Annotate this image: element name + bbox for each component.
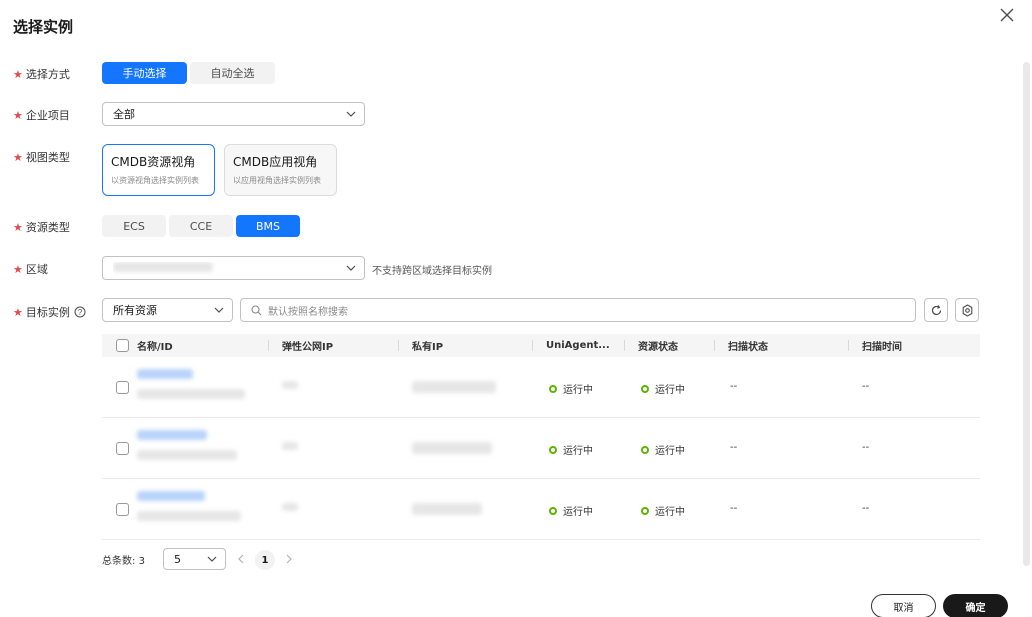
- target-instance-label: ★ 目标实例 ?: [13, 304, 86, 320]
- page-number[interactable]: 1: [255, 550, 275, 570]
- cancel-button[interactable]: 取消: [871, 594, 936, 617]
- instance-id: [137, 389, 245, 399]
- column-header[interactable]: 资源状态: [638, 334, 678, 357]
- view-card-application[interactable]: CMDB应用视角 以应用视角选择实例列表: [224, 144, 337, 196]
- row-checkbox[interactable]: [116, 503, 129, 516]
- chevron-left-icon[interactable]: [236, 554, 246, 564]
- instance-id: [137, 511, 241, 521]
- column-header[interactable]: 名称/ID: [137, 334, 173, 357]
- resource-status: 运行中: [641, 381, 685, 396]
- status-ok-icon: [549, 384, 557, 393]
- resource-status: 运行中: [641, 503, 685, 518]
- dialog-title: 选择实例: [13, 18, 74, 36]
- gear-icon: [962, 303, 972, 317]
- search-input[interactable]: 默认按照名称搜索: [240, 298, 916, 322]
- svg-text:?: ?: [78, 308, 83, 317]
- status-ok-icon: [641, 506, 649, 515]
- search-placeholder: 默认按照名称搜索: [268, 306, 348, 318]
- column-header[interactable]: 扫描状态: [728, 334, 768, 357]
- resource-type-cce[interactable]: CCE: [169, 215, 233, 237]
- settings-button[interactable]: [955, 298, 979, 322]
- select-all-checkbox[interactable]: [116, 339, 129, 352]
- uniagent-status: 运行中: [549, 503, 593, 518]
- status-ok-icon: [641, 384, 649, 393]
- column-header[interactable]: UniAgent...: [546, 334, 610, 357]
- uniagent-status: 运行中: [549, 442, 593, 457]
- table-row[interactable]: 运行中 运行中 -- --: [102, 357, 980, 418]
- view-card-title: CMDB资源视角: [111, 155, 196, 169]
- search-icon: [251, 304, 262, 315]
- chevron-down-icon: [207, 556, 217, 562]
- page-size-value: 5: [174, 552, 181, 566]
- resource-filter-select[interactable]: 所有资源: [102, 298, 233, 322]
- private-ip-value: [412, 442, 492, 454]
- instance-name-link[interactable]: [137, 491, 205, 501]
- column-header[interactable]: 私有IP: [412, 334, 443, 357]
- scan-status: --: [730, 381, 738, 392]
- select-mode-label: ★ 选择方式: [13, 68, 70, 81]
- scan-status: --: [730, 503, 738, 514]
- instance-id: [137, 450, 237, 460]
- column-header[interactable]: 扫描时间: [862, 334, 902, 357]
- confirm-button[interactable]: 确定: [943, 594, 1008, 617]
- view-card-title: CMDB应用视角: [233, 155, 318, 169]
- page-size-select[interactable]: 5: [163, 548, 226, 570]
- row-checkbox[interactable]: [116, 442, 129, 455]
- resource-type-ecs[interactable]: ECS: [102, 215, 166, 237]
- status-ok-icon: [549, 506, 557, 515]
- chevron-right-icon[interactable]: [284, 554, 294, 564]
- region-label: ★ 区域: [13, 263, 48, 276]
- auto-select-all-button[interactable]: 自动全选: [190, 62, 275, 84]
- eip-value: [282, 503, 298, 511]
- table-row[interactable]: 运行中 运行中 -- --: [102, 418, 980, 479]
- status-ok-icon: [549, 445, 557, 454]
- eip-value: [282, 381, 298, 389]
- total-count: 总条数: 3: [102, 556, 145, 567]
- instance-name-link[interactable]: [137, 369, 193, 379]
- enterprise-project-value: 全部: [113, 108, 135, 121]
- refresh-icon: [931, 304, 941, 315]
- region-value: [113, 261, 346, 275]
- chevron-down-icon: [346, 111, 356, 117]
- uniagent-status: 运行中: [549, 381, 593, 396]
- enterprise-project-select[interactable]: 全部: [102, 102, 365, 126]
- instance-name-link[interactable]: [137, 430, 207, 440]
- view-card-subtitle: 以资源视角选择实例列表: [111, 176, 199, 185]
- close-icon[interactable]: [998, 6, 1016, 24]
- refresh-button[interactable]: [924, 298, 948, 322]
- scan-time: --: [862, 442, 870, 453]
- enterprise-project-label: ★ 企业项目: [13, 109, 70, 122]
- private-ip-value: [412, 503, 482, 515]
- region-select[interactable]: [102, 256, 365, 280]
- resource-type-bms[interactable]: BMS: [236, 215, 300, 237]
- resource-type-group: ECS CCE BMS: [102, 215, 300, 237]
- scan-time: --: [862, 503, 870, 514]
- scrollbar[interactable]: [1023, 62, 1030, 566]
- scan-status: --: [730, 442, 738, 453]
- status-ok-icon: [641, 445, 649, 454]
- resource-filter-value: 所有资源: [113, 304, 157, 317]
- chevron-down-icon: [214, 307, 224, 313]
- resource-type-label: ★ 资源类型: [13, 221, 70, 234]
- resource-status: 运行中: [641, 442, 685, 457]
- help-icon[interactable]: ?: [74, 306, 86, 318]
- table-row[interactable]: 运行中 运行中 -- --: [102, 479, 980, 540]
- column-header[interactable]: 弹性公网IP: [282, 334, 333, 357]
- manual-select-button[interactable]: 手动选择: [102, 62, 187, 84]
- region-hint: 不支持跨区域选择目标实例: [372, 266, 492, 277]
- scan-time: --: [862, 381, 870, 392]
- row-checkbox[interactable]: [116, 381, 129, 394]
- table-header: 名称/ID 弹性公网IP 私有IP UniAgent... 资源状态 扫描状态 …: [102, 334, 980, 357]
- chevron-down-icon: [346, 265, 356, 271]
- view-card-subtitle: 以应用视角选择实例列表: [233, 176, 321, 185]
- eip-value: [282, 442, 298, 450]
- view-card-resource[interactable]: CMDB资源视角 以资源视角选择实例列表: [102, 144, 215, 196]
- select-mode-group: 手动选择 自动全选: [102, 62, 275, 84]
- view-type-label: ★ 视图类型: [13, 151, 70, 164]
- private-ip-value: [412, 381, 496, 393]
